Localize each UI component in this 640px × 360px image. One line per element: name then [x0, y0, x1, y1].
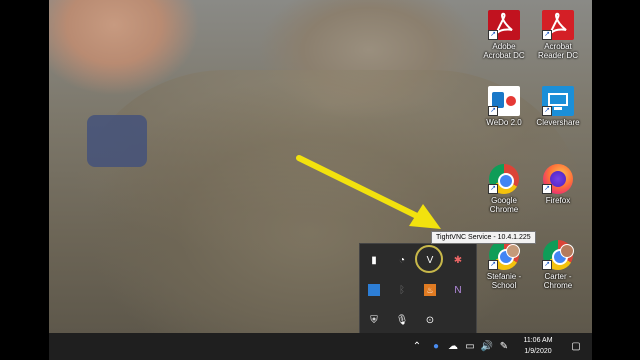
network-wired-icon[interactable]: ▭: [463, 339, 477, 353]
desktop-screen: ↗ Adobe Acrobat DC ↗ Acrobat Reader DC ↗…: [49, 0, 592, 360]
security-shield-icon[interactable]: ⛨: [366, 312, 382, 328]
defender-icon[interactable]: [368, 284, 380, 296]
microphone-icon[interactable]: 🎙: [394, 312, 410, 328]
highlight-ring: [415, 245, 443, 273]
taskbar-clock[interactable]: 11:06 AM 1/9/2020: [515, 335, 561, 357]
annotation-arrow: [296, 155, 441, 229]
taskbar: ⌃ ● ☁ ▭ 🔊 ✎ 11:06 AM 1/9/2020 ▢: [49, 333, 592, 360]
bluetooth-icon[interactable]: ᛒ: [394, 282, 410, 298]
onenote-icon[interactable]: N: [450, 282, 466, 298]
record-icon[interactable]: ⊙: [422, 312, 438, 328]
volume-icon[interactable]: 🔊: [480, 339, 494, 353]
app-icon[interactable]: ✱: [450, 252, 466, 268]
clock-date: 1/9/2020: [524, 348, 552, 355]
vnc-server-icon[interactable]: ◔: [394, 252, 410, 268]
clock-time: 11:06 AM: [523, 337, 553, 344]
cloud-icon[interactable]: ☁: [446, 339, 460, 353]
java-icon[interactable]: ♨: [424, 284, 436, 296]
chevron-up-icon[interactable]: ⌃: [410, 339, 424, 353]
notifications-icon[interactable]: ▢: [569, 339, 583, 353]
pen-icon[interactable]: ✎: [497, 339, 511, 353]
usb-icon[interactable]: ▮: [366, 252, 382, 268]
tooltip: TightVNC Service - 10.4.1.225: [431, 231, 536, 244]
network-icon[interactable]: ●: [429, 339, 443, 353]
